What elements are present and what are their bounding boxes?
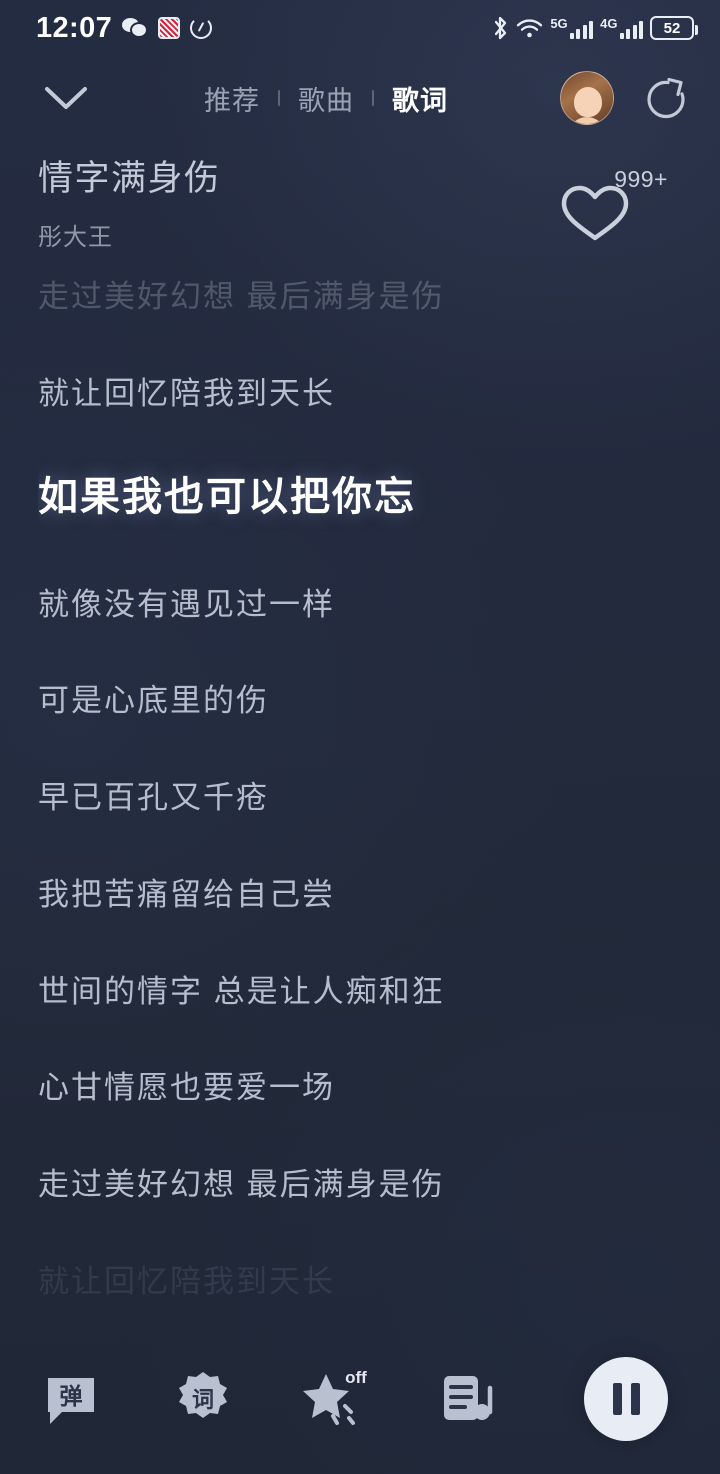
pause-bar-left xyxy=(612,1383,622,1415)
signal-4g-icon: 4G xyxy=(600,17,643,39)
song-header: 情字满身伤 彤大王 999+ xyxy=(38,159,690,270)
battery-icon: 52 xyxy=(650,16,698,40)
status-bar-right: 5G 4G 52 xyxy=(492,15,698,41)
music-player-screen: 12:07 5G 4G 52 推荐 歌曲 歌词 情字满身伤 彤大王 999+ 走… xyxy=(0,0,720,1474)
status-bar: 12:07 5G 4G 52 xyxy=(0,0,720,56)
nav-tabs: 推荐 歌曲 歌词 xyxy=(92,79,560,118)
like-control[interactable]: 999+ xyxy=(558,166,668,241)
lyrics-label: 词 xyxy=(192,1387,214,1412)
tab-recommend[interactable]: 推荐 xyxy=(204,79,260,118)
lyric-line[interactable]: 走过美好幻想 最后满身是伤 xyxy=(38,1166,696,1205)
tab-song[interactable]: 歌曲 xyxy=(298,79,354,118)
lyric-line-active[interactable]: 如果我也可以把你忘 xyxy=(38,472,696,522)
lyrics-button[interactable]: 词 xyxy=(166,1362,240,1436)
danmaku-button[interactable]: 弹 xyxy=(34,1362,108,1436)
danmaku-label: 弹 xyxy=(60,1383,83,1409)
avatar[interactable] xyxy=(560,71,614,125)
lyric-line[interactable]: 就让回忆陪我到天长 xyxy=(38,1263,696,1302)
toolbar-buttons: 弹 词 off xyxy=(34,1362,584,1436)
signal-5g-icon: 5G xyxy=(550,16,594,39)
effects-off-label: off xyxy=(345,1368,367,1387)
bluetooth-icon xyxy=(492,15,509,41)
speedometer-icon xyxy=(190,17,213,39)
share-icon[interactable] xyxy=(638,71,692,125)
effects-button[interactable]: off xyxy=(298,1362,372,1436)
status-bar-left: 12:07 xyxy=(36,11,213,44)
tab-separator xyxy=(278,90,280,106)
pause-bar-right xyxy=(630,1383,640,1415)
top-navigation: 推荐 歌曲 歌词 xyxy=(0,58,720,138)
lyric-line[interactable]: 走过美好幻想 最后满身是伤 xyxy=(38,278,696,317)
lyric-line[interactable]: 早已百孔又千疮 xyxy=(38,779,696,818)
tab-separator xyxy=(372,90,374,106)
lyric-line[interactable]: 可是心底里的伤 xyxy=(38,682,696,721)
playlist-button[interactable] xyxy=(430,1362,504,1436)
lyric-line[interactable]: 心甘情愿也要爱一场 xyxy=(38,1069,696,1108)
status-time: 12:07 xyxy=(36,11,113,44)
tab-lyrics[interactable]: 歌词 xyxy=(392,79,448,118)
lyric-line[interactable]: 世间的情字 总是让人痴和狂 xyxy=(38,973,696,1012)
heart-icon[interactable] xyxy=(558,182,632,249)
lyric-line[interactable]: 我把苦痛留给自己尝 xyxy=(38,876,696,915)
bottom-toolbar: 弹 词 off xyxy=(0,1324,720,1474)
lyrics-panel[interactable]: 走过美好幻想 最后满身是伤 就让回忆陪我到天长 如果我也可以把你忘 就像没有遇见… xyxy=(38,278,696,1324)
pause-button[interactable] xyxy=(584,1357,668,1441)
wechat-icon xyxy=(122,18,149,38)
wifi-icon xyxy=(516,17,543,39)
network-4g-label: 4G xyxy=(600,16,618,31)
lyric-line[interactable]: 就像没有遇见过一样 xyxy=(38,586,696,625)
lyric-line[interactable]: 就让回忆陪我到天长 xyxy=(38,375,696,414)
battery-level: 52 xyxy=(663,19,681,37)
chevron-down-icon[interactable] xyxy=(34,66,98,130)
network-5g-label: 5G xyxy=(550,16,568,31)
red-app-icon xyxy=(158,17,181,39)
